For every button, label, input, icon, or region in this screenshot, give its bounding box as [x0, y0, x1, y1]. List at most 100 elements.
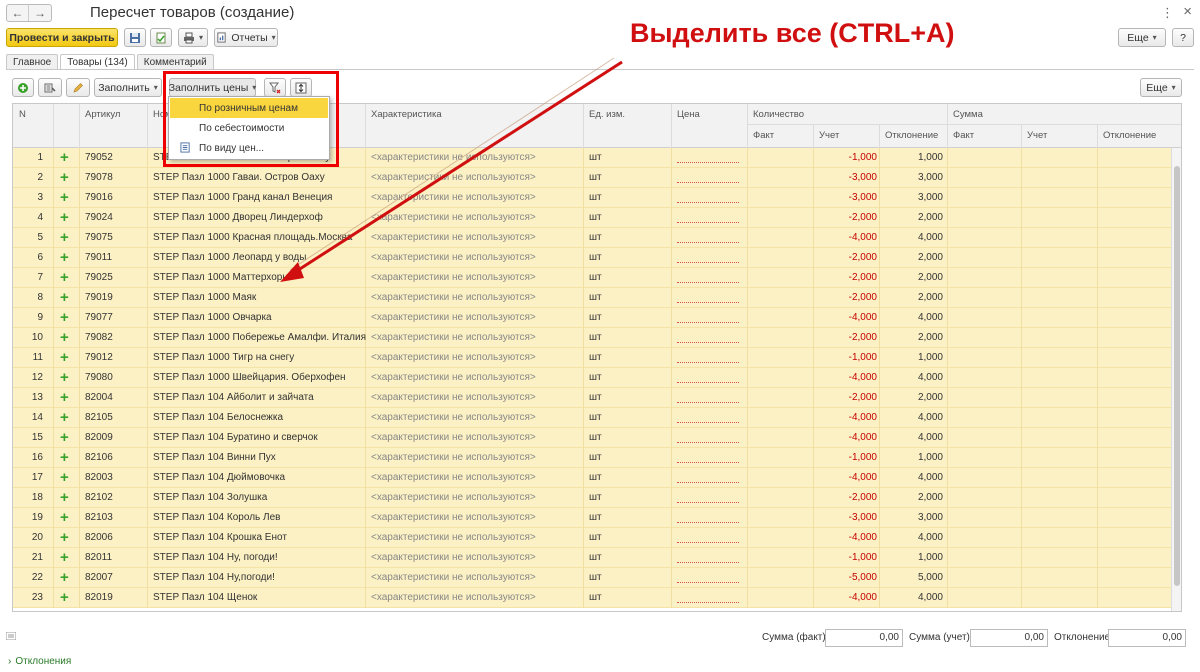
row-price-empty[interactable]: [677, 342, 739, 343]
table-row[interactable]: 14 +82105 STEP Пазл 104 Белоснежка <характе…: [13, 408, 1171, 428]
row-name[interactable]: STEP Пазл 1000 Овчарка: [153, 312, 272, 323]
row-name[interactable]: STEP Пазл 1000 Швейцария. Оберхофен: [153, 372, 346, 383]
row-unit[interactable]: шт: [589, 432, 602, 443]
col-n[interactable]: N: [19, 109, 26, 120]
row-name[interactable]: STEP Пазл 104 Белоснежка: [153, 412, 283, 423]
save-button[interactable]: [124, 28, 146, 47]
forward-arrow-icon[interactable]: →: [29, 5, 51, 21]
more-button[interactable]: Еще ▾: [1118, 28, 1166, 47]
table-row[interactable]: 18 +82102 STEP Пазл 104 Золушка <характерис…: [13, 488, 1171, 508]
post-and-close-button[interactable]: Провести и закрыть: [6, 28, 118, 47]
row-price-empty[interactable]: [677, 202, 739, 203]
row-name[interactable]: STEP Пазл 1000 Побережье Амалфи. Италия: [153, 332, 366, 343]
row-characteristic[interactable]: <характеристики не используются>: [371, 452, 536, 463]
tab-main[interactable]: Главное: [6, 54, 59, 70]
row-name[interactable]: STEP Пазл 104 Айболит и зайчата: [153, 392, 314, 403]
edit-row-button[interactable]: [66, 78, 90, 97]
col-s-account[interactable]: Учет: [1027, 130, 1047, 141]
tab-comment[interactable]: Комментарий: [136, 54, 214, 70]
row-unit[interactable]: шт: [589, 592, 602, 603]
row-price-empty[interactable]: [677, 482, 739, 483]
row-price-empty[interactable]: [677, 602, 739, 603]
col-sum[interactable]: Сумма: [953, 109, 983, 120]
row-name[interactable]: STEP Пазл 1000 Маяк: [153, 292, 256, 303]
vertical-scrollbar[interactable]: [1171, 148, 1181, 611]
row-name[interactable]: STEP Пазл 104 Ну, погоди!: [153, 552, 278, 563]
table-row[interactable]: 4 +79024 STEP Пазл 1000 Дворец Линдерхоф <х…: [13, 208, 1171, 228]
row-name[interactable]: STEP Пазл 104 Крошка Енот: [153, 532, 287, 543]
fill-button[interactable]: Заполнить ▾: [94, 78, 162, 97]
table-row[interactable]: 8 +79019 STEP Пазл 1000 Маяк <характеристик…: [13, 288, 1171, 308]
row-characteristic[interactable]: <характеристики не используются>: [371, 272, 536, 283]
row-characteristic[interactable]: <характеристики не используются>: [371, 152, 536, 163]
deviations-expander[interactable]: › Отклонения: [8, 656, 71, 667]
row-characteristic[interactable]: <характеристики не используются>: [371, 592, 536, 603]
row-unit[interactable]: шт: [589, 552, 602, 563]
row-price-empty[interactable]: [677, 462, 739, 463]
row-unit[interactable]: шт: [589, 492, 602, 503]
row-characteristic[interactable]: <характеристики не используются>: [371, 532, 536, 543]
row-unit[interactable]: шт: [589, 232, 602, 243]
row-characteristic[interactable]: <характеристики не используются>: [371, 172, 536, 183]
row-characteristic[interactable]: <характеристики не используются>: [371, 192, 536, 203]
row-characteristic[interactable]: <характеристики не используются>: [371, 372, 536, 383]
row-characteristic[interactable]: <характеристики не используются>: [371, 352, 536, 363]
row-unit[interactable]: шт: [589, 392, 602, 403]
row-unit[interactable]: шт: [589, 212, 602, 223]
col-q-fact[interactable]: Факт: [753, 130, 774, 141]
row-price-empty[interactable]: [677, 402, 739, 403]
row-price-empty[interactable]: [677, 502, 739, 503]
back-arrow-icon[interactable]: ←: [7, 5, 29, 21]
row-price-empty[interactable]: [677, 422, 739, 423]
sum-fact-field[interactable]: 0,00: [825, 629, 903, 647]
table-row[interactable]: 23 +82019 STEP Пазл 104 Щенок <характеристи…: [13, 588, 1171, 608]
row-characteristic[interactable]: <характеристики не используются>: [371, 332, 536, 343]
row-unit[interactable]: шт: [589, 152, 602, 163]
row-characteristic[interactable]: <характеристики не используются>: [371, 212, 536, 223]
table-row[interactable]: 11 +79012 STEP Пазл 1000 Тигр на снегу <хар…: [13, 348, 1171, 368]
row-price-empty[interactable]: [677, 222, 739, 223]
row-name[interactable]: STEP Пазл 104 Ну,погоди!: [153, 572, 275, 583]
goods-more-button[interactable]: Еще ▾: [1140, 78, 1182, 97]
table-row[interactable]: 6 +79011 STEP Пазл 1000 Леопард у воды <хар…: [13, 248, 1171, 268]
select-items-button[interactable]: [38, 78, 62, 97]
row-name[interactable]: STEP Пазл 1000 Дворец Линдерхоф: [153, 212, 323, 223]
row-name[interactable]: STEP Пазл 104 Винни Пух: [153, 452, 276, 463]
row-unit[interactable]: шт: [589, 172, 602, 183]
col-unit[interactable]: Ед. изм.: [589, 109, 625, 120]
row-price-empty[interactable]: [677, 562, 739, 563]
row-name[interactable]: STEP Пазл 1000 Тигр на снегу: [153, 352, 294, 363]
row-price-empty[interactable]: [677, 522, 739, 523]
row-price-empty[interactable]: [677, 162, 739, 163]
row-unit[interactable]: шт: [589, 572, 602, 583]
row-characteristic[interactable]: <характеристики не используются>: [371, 472, 536, 483]
row-name[interactable]: STEP Пазл 104 Золушка: [153, 492, 267, 503]
row-price-empty[interactable]: [677, 282, 739, 283]
row-price-empty[interactable]: [677, 442, 739, 443]
col-price[interactable]: Цена: [677, 109, 700, 120]
row-unit[interactable]: шт: [589, 252, 602, 263]
row-characteristic[interactable]: <характеристики не используются>: [371, 512, 536, 523]
scrollbar-thumb[interactable]: [1174, 166, 1180, 586]
table-row[interactable]: 21 +82011 STEP Пазл 104 Ну, погоди! <характ…: [13, 548, 1171, 568]
row-name[interactable]: STEP Пазл 104 Щенок: [153, 592, 257, 603]
row-unit[interactable]: шт: [589, 292, 602, 303]
row-characteristic[interactable]: <характеристики не используются>: [371, 572, 536, 583]
col-s-fact[interactable]: Факт: [953, 130, 974, 141]
row-name[interactable]: STEP Пазл 1000 Гранд канал Венеция: [153, 192, 332, 203]
row-name[interactable]: STEP Пазл 1000 Маттерхорн: [153, 272, 288, 283]
table-row[interactable]: 9 +79077 STEP Пазл 1000 Овчарка <характерис…: [13, 308, 1171, 328]
row-price-empty[interactable]: [677, 542, 739, 543]
print-button[interactable]: ▾: [178, 28, 208, 47]
row-unit[interactable]: шт: [589, 352, 602, 363]
row-unit[interactable]: шт: [589, 192, 602, 203]
table-row[interactable]: 13 +82004 STEP Пазл 104 Айболит и зайчата <…: [13, 388, 1171, 408]
col-characteristic[interactable]: Характеристика: [371, 109, 442, 120]
row-unit[interactable]: шт: [589, 312, 602, 323]
row-unit[interactable]: шт: [589, 512, 602, 523]
sum-account-field[interactable]: 0,00: [970, 629, 1048, 647]
row-unit[interactable]: шт: [589, 412, 602, 423]
table-row[interactable]: 12 +79080 STEP Пазл 1000 Швейцария. Оберхо…: [13, 368, 1171, 388]
row-unit[interactable]: шт: [589, 452, 602, 463]
table-row[interactable]: 10 +79082 STEP Пазл 1000 Побережье Амалфи.…: [13, 328, 1171, 348]
